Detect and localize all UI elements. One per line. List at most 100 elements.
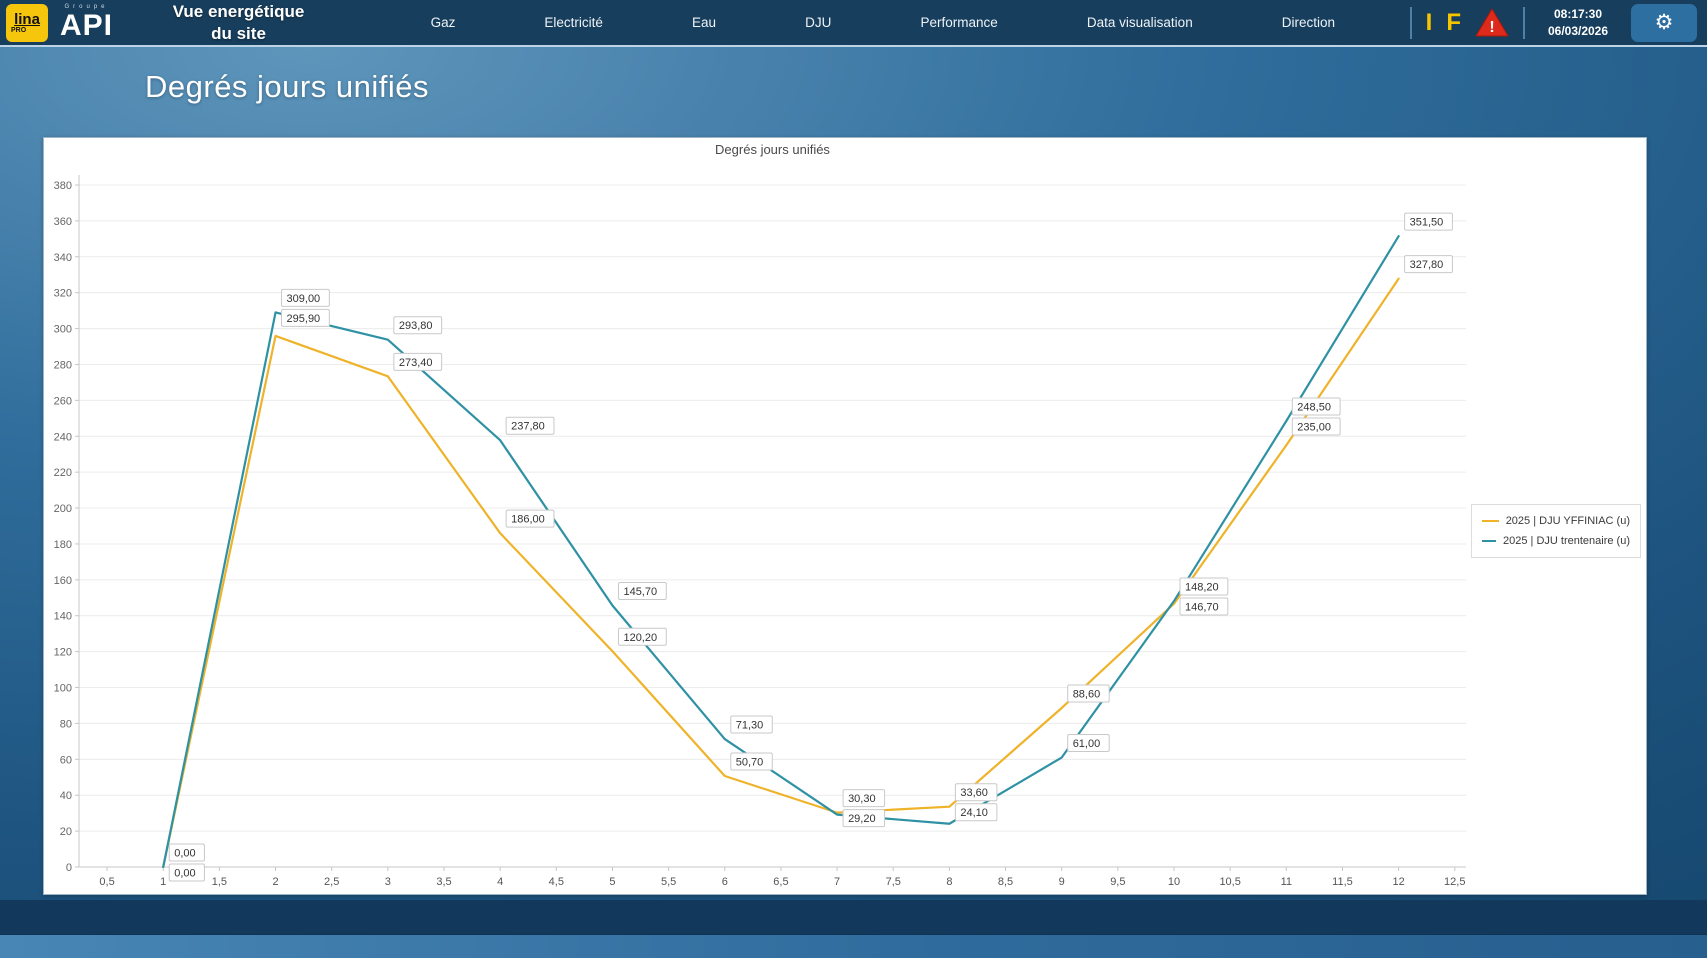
y-axis-label: 0	[66, 862, 72, 874]
indicator-f: F	[1446, 8, 1461, 36]
data-label: 351,50	[1410, 217, 1444, 229]
y-axis-label: 300	[54, 324, 72, 336]
y-axis-label: 140	[54, 611, 72, 623]
x-axis-label: 1	[160, 876, 166, 888]
data-label: 24,10	[960, 807, 988, 819]
x-axis-label: 6,5	[773, 876, 788, 888]
x-axis-label: 8,5	[998, 876, 1013, 888]
y-axis-label: 340	[54, 252, 72, 264]
time-display: 08:17:30	[1553, 7, 1603, 22]
data-label: 33,60	[960, 787, 988, 799]
legend-label: 2025 | DJU trentenaire (u)	[1503, 535, 1630, 547]
nav-item-dju[interactable]: DJU	[805, 15, 831, 30]
x-axis-label: 4,5	[549, 876, 564, 888]
nav-item-electricit-[interactable]: Electricité	[544, 15, 603, 30]
x-axis-label: 7	[834, 876, 840, 888]
x-axis-label: 5,5	[661, 876, 676, 888]
x-axis-label: 0,5	[99, 876, 114, 888]
x-axis-label: 3,5	[436, 876, 451, 888]
data-label: 237,80	[511, 421, 545, 433]
data-label: 61,00	[1073, 738, 1101, 750]
legend-item-2025-dju-yffiniac-u-[interactable]: 2025 | DJU YFFINIAC (u)	[1482, 515, 1630, 527]
y-axis-label: 20	[60, 826, 72, 838]
x-axis-label: 7,5	[886, 876, 901, 888]
top-nav-bar: lina PRO Groupe API Vue energétique du s…	[0, 0, 1707, 47]
data-label: 0,00	[174, 848, 195, 860]
y-axis-label: 160	[54, 575, 72, 587]
legend-label: 2025 | DJU YFFINIAC (u)	[1505, 515, 1630, 527]
y-axis-label: 60	[60, 754, 72, 766]
warning-icon[interactable]: !	[1475, 8, 1509, 38]
settings-button[interactable]: ⚙	[1631, 3, 1697, 42]
data-label: 145,70	[623, 586, 657, 598]
y-axis-label: 180	[54, 539, 72, 551]
y-axis-label: 260	[54, 395, 72, 407]
x-axis-label: 9	[1059, 876, 1065, 888]
series-line-2025-dju-trentenaire-u-	[162, 235, 1400, 869]
data-label: 88,60	[1073, 688, 1101, 700]
data-label: 29,20	[848, 813, 876, 825]
y-axis-label: 80	[60, 718, 72, 730]
nav-item-direction[interactable]: Direction	[1282, 15, 1335, 30]
lina-logo-sub: PRO	[11, 26, 27, 34]
date-display: 06/03/2026	[1547, 23, 1609, 38]
nav-item-performance[interactable]: Performance	[921, 15, 998, 30]
x-axis-label: 2,5	[324, 876, 339, 888]
chart-panel: Degrés jours unifiés 0 20 40 60 80 100 120 140 16…	[43, 137, 1647, 895]
data-label: 248,50	[1297, 402, 1331, 414]
nav-item-gaz[interactable]: Gaz	[431, 15, 456, 30]
header-right: I F ! 08:17:30 06/03/2026 ⚙	[1409, 3, 1697, 42]
data-label: 71,30	[736, 720, 764, 732]
lina-pro-logo: lina PRO	[6, 3, 48, 42]
legend-item-2025-dju-trentenaire-u-[interactable]: 2025 | DJU trentenaire (u)	[1482, 535, 1630, 547]
x-axis-label: 6	[722, 876, 728, 888]
svg-text:!: !	[1489, 19, 1494, 36]
api-logo-text: API	[60, 9, 114, 42]
y-axis-label: 120	[54, 647, 72, 659]
x-axis-label: 2	[272, 876, 278, 888]
x-axis-label: 3	[385, 876, 391, 888]
x-axis-label: 10	[1168, 876, 1180, 888]
x-axis-label: 12	[1392, 876, 1404, 888]
data-label: 30,30	[848, 793, 876, 805]
y-axis-label: 320	[54, 288, 72, 300]
x-axis-label: 4	[497, 876, 503, 888]
x-axis-label: 5	[609, 876, 615, 888]
nav-item-eau[interactable]: Eau	[692, 15, 716, 30]
lina-logo-text: lina	[14, 10, 40, 28]
y-axis-label: 240	[54, 431, 72, 443]
clock: 08:17:30 06/03/2026	[1539, 6, 1617, 38]
groupe-api-logo: Groupe API	[60, 4, 113, 41]
y-axis-label: 100	[54, 683, 72, 695]
series-line-2025-dju-yffiniac-u-	[162, 277, 1400, 869]
y-axis-label: 380	[54, 180, 72, 192]
x-axis-label: 12,5	[1444, 876, 1465, 888]
header-divider	[1523, 6, 1525, 39]
legend-swatch	[1482, 540, 1497, 542]
y-axis-label: 200	[54, 503, 72, 515]
data-label: 295,90	[287, 313, 321, 325]
y-axis-label: 220	[54, 467, 72, 479]
data-label: 186,00	[511, 514, 545, 526]
nav-item-data-visualisation[interactable]: Data visualisation	[1087, 15, 1193, 30]
legend-swatch	[1482, 520, 1499, 522]
x-axis-label: 8	[946, 876, 952, 888]
x-axis-label: 1,5	[212, 876, 227, 888]
data-label: 148,20	[1185, 582, 1219, 594]
page-content: Degrés jours unifiés Degrés jours unifié…	[0, 47, 1707, 958]
x-axis-label: 11,5	[1332, 876, 1353, 888]
data-label: 235,00	[1297, 422, 1331, 434]
footer-bar	[0, 934, 1707, 958]
data-label: 293,80	[399, 320, 433, 332]
data-label: 327,80	[1410, 259, 1444, 271]
y-axis-label: 40	[60, 790, 72, 802]
data-label: 50,70	[736, 757, 764, 769]
data-label: 309,00	[287, 293, 321, 305]
chart-title: Degrés jours unifiés	[715, 142, 830, 157]
chart-legend: 2025 | DJU YFFINIAC (u) 2025 | DJU trente…	[1471, 504, 1641, 558]
main-nav: Gaz Electricité Eau DJU Performance Data visu…	[346, 15, 1410, 30]
data-label: 146,70	[1185, 602, 1219, 614]
page-title: Degrés jours unifiés	[145, 69, 429, 104]
y-axis-label: 280	[54, 359, 72, 371]
dju-line-chart: Degrés jours unifiés02040608010012014016…	[54, 142, 1466, 888]
